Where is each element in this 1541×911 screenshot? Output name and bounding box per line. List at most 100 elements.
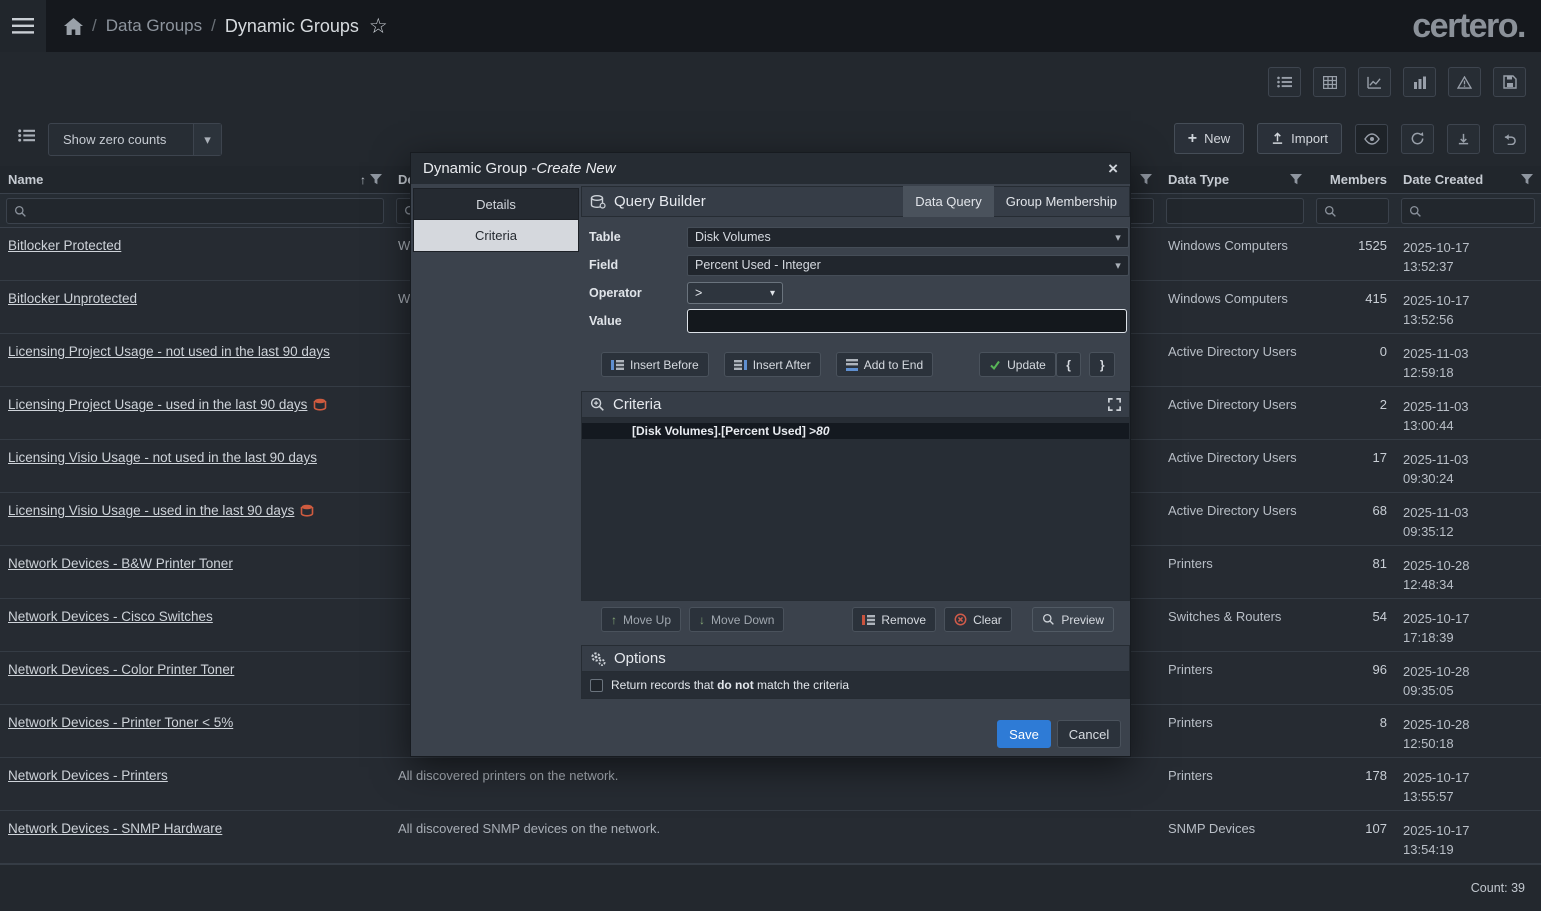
group-name-link[interactable]: Bitlocker Protected xyxy=(8,238,121,253)
group-name-link[interactable]: Network Devices - B&W Printer Toner xyxy=(8,556,233,571)
do-not-match-checkbox[interactable] xyxy=(590,678,603,692)
list-view-button[interactable] xyxy=(1268,67,1301,97)
upload-icon xyxy=(1271,132,1284,145)
insert-before-button[interactable]: Insert Before xyxy=(601,352,709,377)
expand-icon[interactable] xyxy=(1107,397,1122,412)
criteria-search-icon xyxy=(590,397,604,411)
group-name-link[interactable]: Licensing Project Usage - used in the la… xyxy=(8,397,307,412)
visibility-button[interactable] xyxy=(1355,123,1388,154)
insert-after-label: Insert After xyxy=(752,357,811,372)
remove-button[interactable]: Remove xyxy=(852,607,937,632)
certero-logo: certero. xyxy=(1412,6,1526,45)
close-brace-button[interactable]: } xyxy=(1089,352,1115,377)
filter-funnel-icon[interactable] xyxy=(370,174,382,185)
tab-group-membership[interactable]: Group Membership xyxy=(994,186,1129,217)
column-header-name[interactable]: Name ↑ xyxy=(0,166,390,193)
filter-funnel-icon[interactable] xyxy=(1140,174,1152,185)
operator-value: > xyxy=(695,286,703,300)
operator-field-label: Operator xyxy=(589,286,642,300)
cancel-button[interactable]: Cancel xyxy=(1057,720,1121,748)
export-button[interactable] xyxy=(1447,123,1480,154)
favorite-star-icon[interactable]: ☆ xyxy=(369,16,388,37)
value-field-label: Value xyxy=(589,314,622,328)
line-chart-button[interactable] xyxy=(1358,67,1391,97)
column-header-date-created[interactable]: Date Created xyxy=(1395,166,1541,193)
close-icon[interactable]: × xyxy=(1108,160,1118,177)
breadcrumb-data-groups[interactable]: Data Groups xyxy=(106,16,202,36)
criteria-actions: ↑ Move Up ↓ Move Down Remove Clear Previ… xyxy=(581,607,1130,632)
import-button[interactable]: Import xyxy=(1257,123,1342,154)
row-date-created: 2025-10-17 13:52:56 xyxy=(1403,293,1470,327)
table-row: Network Devices - Printers All discovere… xyxy=(0,758,1541,811)
download-icon xyxy=(1458,133,1469,145)
tab-details[interactable]: Details xyxy=(414,189,578,220)
data-type-filter-input[interactable] xyxy=(1166,198,1304,224)
operator-select[interactable]: > ▾ xyxy=(687,282,783,304)
tab-data-query[interactable]: Data Query xyxy=(903,186,994,217)
undo-button[interactable] xyxy=(1493,123,1526,154)
move-up-button[interactable]: ↑ Move Up xyxy=(601,607,682,632)
filter-funnel-icon[interactable] xyxy=(1290,174,1302,185)
app-root: / Data Groups / Dynamic Groups ☆ certero… xyxy=(0,0,1541,911)
column-header-members[interactable]: Members xyxy=(1310,166,1395,193)
grid-view-icon xyxy=(1322,75,1337,89)
table-dropdown-value: Disk Volumes xyxy=(695,230,771,244)
list-icon[interactable] xyxy=(18,129,35,145)
group-name-link[interactable]: Licensing Visio Usage - used in the last… xyxy=(8,503,294,518)
open-brace-button[interactable]: { xyxy=(1055,352,1082,377)
group-name-link[interactable]: Network Devices - Color Printer Toner xyxy=(8,662,234,677)
group-name-link[interactable]: Bitlocker Unprotected xyxy=(8,291,137,306)
query-form: Table Disk Volumes ▾ Field Percent Used … xyxy=(581,223,1130,335)
group-name-link[interactable]: Network Devices - Printers xyxy=(8,768,168,783)
grid-view-button[interactable] xyxy=(1313,67,1346,97)
name-filter-input[interactable] xyxy=(6,198,384,224)
criteria-expression: [Disk Volumes].[Percent Used] > xyxy=(632,424,817,438)
breadcrumb-separator: / xyxy=(211,16,216,35)
add-to-end-button[interactable]: Add to End xyxy=(835,352,934,377)
search-icon xyxy=(1324,205,1336,217)
field-dropdown-value: Percent Used - Integer xyxy=(695,258,821,272)
members-filter-input[interactable] xyxy=(1316,198,1389,224)
home-icon[interactable] xyxy=(64,17,83,35)
do-not-match-label: Return records that do not match the cri… xyxy=(611,678,850,692)
row-data-type: Printers xyxy=(1168,662,1213,677)
new-button[interactable]: + New xyxy=(1173,123,1245,154)
group-name-link[interactable]: Network Devices - Printer Toner < 5% xyxy=(8,715,233,730)
sort-ascending-icon: ↑ xyxy=(360,172,366,187)
move-down-button[interactable]: ↓ Move Down xyxy=(689,607,785,632)
date-created-filter-input[interactable] xyxy=(1401,198,1535,224)
field-dropdown[interactable]: Percent Used - Integer ▾ xyxy=(687,254,1129,276)
expression-buttons: Insert Before Insert After Add to End Up… xyxy=(581,352,1130,377)
insert-after-button[interactable]: Insert After xyxy=(723,352,821,377)
preview-button[interactable]: Preview xyxy=(1032,607,1114,632)
update-button[interactable]: Update xyxy=(979,352,1056,377)
table-dropdown[interactable]: Disk Volumes ▾ xyxy=(687,226,1129,248)
options-row: Return records that do not match the cri… xyxy=(581,672,1130,699)
save-button[interactable]: Save xyxy=(997,720,1051,748)
refresh-button[interactable] xyxy=(1401,123,1434,154)
column-header-data-type[interactable]: Data Type xyxy=(1160,166,1310,193)
filter-funnel-icon[interactable] xyxy=(1521,174,1533,185)
save-view-button[interactable] xyxy=(1493,67,1526,97)
chevron-down-icon: ▾ xyxy=(204,131,211,147)
clear-button[interactable]: Clear xyxy=(944,607,1012,632)
move-up-label: Move Up xyxy=(623,612,672,627)
chevron-down-icon: ▾ xyxy=(1115,231,1121,244)
alerts-button[interactable] xyxy=(1448,67,1481,97)
group-name-link[interactable]: Network Devices - SNMP Hardware xyxy=(8,821,222,836)
group-name-link[interactable]: Licensing Visio Usage - not used in the … xyxy=(8,450,317,465)
group-name-link[interactable]: Licensing Project Usage - not used in th… xyxy=(8,344,330,359)
criteria-expression-row[interactable]: [Disk Volumes].[Percent Used] > 80 xyxy=(582,423,1129,439)
row-data-type: Windows Computers xyxy=(1168,238,1288,253)
row-members: 415 xyxy=(1365,291,1387,306)
search-icon xyxy=(14,205,26,217)
tab-criteria[interactable]: Criteria xyxy=(414,220,578,251)
search-icon xyxy=(1409,205,1421,217)
group-name-link[interactable]: Network Devices - Cisco Switches xyxy=(8,609,213,624)
zero-counts-label: Show zero counts xyxy=(63,132,167,147)
bar-chart-button[interactable] xyxy=(1403,67,1436,97)
menu-button[interactable] xyxy=(0,0,46,52)
value-input[interactable] xyxy=(687,309,1127,333)
zero-counts-select[interactable]: Show zero counts ▾ xyxy=(48,123,222,156)
row-members: 81 xyxy=(1372,556,1387,571)
